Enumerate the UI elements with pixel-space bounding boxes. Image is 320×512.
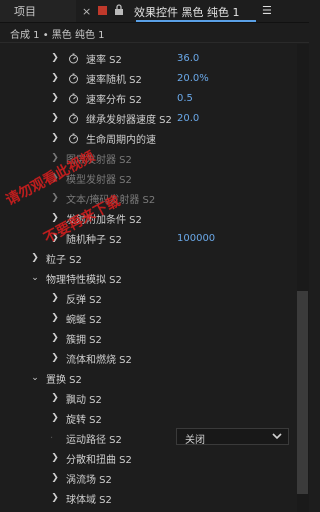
property-marker: ·: [50, 432, 54, 444]
group-row-disperse-twist[interactable]: ❯ 分散和扭曲 S2: [0, 448, 297, 468]
group-label: 物理特性模拟 S2: [46, 274, 122, 286]
group-label: 蜿蜒 S2: [66, 314, 102, 326]
layer-color-swatch: [98, 6, 107, 15]
group-row-meander[interactable]: ❯ 蜿蜒 S2: [0, 308, 297, 328]
panel-menu-icon[interactable]: ☰: [262, 4, 272, 17]
stopwatch-icon[interactable]: [68, 133, 79, 144]
chevron-right-icon[interactable]: ❯: [50, 393, 60, 403]
dropdown-value: 关闭: [185, 435, 205, 446]
chevron-right-icon[interactable]: ❯: [50, 473, 60, 483]
comp-layer-label: 合成 1 • 黑色 纯色 1: [10, 30, 105, 41]
group-row-emit-extras[interactable]: ❯ 发射附加条件 S2: [0, 208, 297, 228]
chevron-right-icon[interactable]: ❯: [30, 253, 40, 263]
chevron-right-icon[interactable]: ❯: [50, 73, 60, 83]
tab-effect-controls[interactable]: × 效果控件 黑色 纯色 1 ☰: [76, 0, 309, 22]
chevron-right-icon[interactable]: ❯: [50, 93, 60, 103]
group-row-vortex-field[interactable]: ❯ 涡流场 S2: [0, 468, 297, 488]
chevron-right-icon[interactable]: ❯: [50, 293, 60, 303]
property-value[interactable]: 20.0: [177, 113, 199, 124]
chevron-right-icon[interactable]: ❯: [50, 133, 60, 143]
group-label: 分散和扭曲 S2: [66, 454, 132, 466]
group-row-physics[interactable]: ⌄ 物理特性模拟 S2: [0, 268, 297, 288]
property-label: 生命周期内的速: [86, 134, 156, 146]
chevron-right-icon[interactable]: ❯: [50, 353, 60, 363]
chevron-right-icon[interactable]: ❯: [50, 493, 60, 503]
group-label: 涡流场 S2: [66, 474, 112, 486]
property-label: 运动路径 S2: [66, 434, 122, 446]
group-label: 飘动 S2: [66, 394, 102, 406]
effect-controls-title: 效果控件 黑色 纯色 1: [134, 6, 240, 19]
group-row-bounce[interactable]: ❯ 反弹 S2: [0, 288, 297, 308]
property-label: 继承发射器速度 S2: [86, 114, 172, 126]
motion-path-dropdown[interactable]: 关闭: [176, 428, 289, 446]
stopwatch-icon[interactable]: [68, 93, 79, 104]
property-value[interactable]: 20.0%: [177, 73, 209, 84]
close-icon[interactable]: ×: [82, 5, 91, 18]
chevron-right-icon[interactable]: ❯: [50, 333, 60, 343]
property-label: 速率分布 S2: [86, 94, 142, 106]
group-row-layer-emitter[interactable]: ❯ 图层发射器 S2: [0, 148, 297, 168]
chevron-right-icon[interactable]: ❯: [50, 453, 60, 463]
group-label: 旋转 S2: [66, 414, 102, 426]
chevron-right-icon[interactable]: ❯: [50, 413, 60, 423]
group-row-rotation[interactable]: ❯ 旋转 S2: [0, 408, 297, 428]
lock-icon[interactable]: [114, 4, 124, 16]
active-tab-indicator: [136, 20, 256, 22]
property-label: 速率 S2: [86, 54, 122, 66]
group-label: 球体域 S2: [66, 494, 112, 506]
chevron-right-icon[interactable]: ❯: [50, 113, 60, 123]
chevron-right-icon[interactable]: ❯: [50, 193, 60, 203]
panel-tab-bar: 项目 × 效果控件 黑色 纯色 1 ☰: [0, 0, 309, 23]
property-value[interactable]: 100000: [177, 233, 215, 244]
group-label: 流体和燃烧 S2: [66, 354, 132, 366]
stopwatch-icon[interactable]: [68, 113, 79, 124]
chevron-right-icon[interactable]: ❯: [50, 53, 60, 63]
group-label: 粒子 S2: [46, 254, 82, 266]
property-label: 速率随机 S2: [86, 74, 142, 86]
property-value[interactable]: 36.0: [177, 53, 199, 64]
property-row-inherit-velocity: ❯ 继承发射器速度 S2 20.0: [0, 108, 297, 128]
property-row-speed-over-life: ❯ 生命周期内的速: [0, 128, 297, 148]
tab-project-label: 项目: [14, 5, 36, 18]
group-row-sphere-field[interactable]: ❯ 球体域 S2: [0, 488, 297, 508]
chevron-right-icon[interactable]: ❯: [50, 313, 60, 323]
group-label: 簇拥 S2: [66, 334, 102, 346]
group-row-displacement[interactable]: ⌄ 置换 S2: [0, 368, 297, 388]
group-row-flock[interactable]: ❯ 簇拥 S2: [0, 328, 297, 348]
property-row-speed-random: ❯ 速率随机 S2 20.0%: [0, 68, 297, 88]
stopwatch-icon[interactable]: [68, 53, 79, 64]
divider: [0, 42, 309, 43]
property-row-speed: ❯ 速率 S2 36.0: [0, 48, 297, 68]
group-row-flutter[interactable]: ❯ 飘动 S2: [0, 388, 297, 408]
stopwatch-icon[interactable]: [68, 73, 79, 84]
group-label: 反弹 S2: [66, 294, 102, 306]
chevron-down-icon[interactable]: ⌄: [30, 373, 40, 383]
tab-project[interactable]: 项目: [0, 0, 76, 22]
chevron-down-icon[interactable]: ⌄: [30, 273, 40, 283]
chevron-down-icon: [272, 433, 282, 440]
property-value[interactable]: 0.5: [177, 93, 193, 104]
property-row-speed-distribution: ❯ 速率分布 S2 0.5: [0, 88, 297, 108]
vertical-scrollbar-thumb[interactable]: [297, 291, 308, 494]
group-row-particle[interactable]: ❯ 粒子 S2: [0, 248, 297, 268]
group-label: 置换 S2: [46, 374, 82, 386]
group-row-fluid-fire[interactable]: ❯ 流体和燃烧 S2: [0, 348, 297, 368]
